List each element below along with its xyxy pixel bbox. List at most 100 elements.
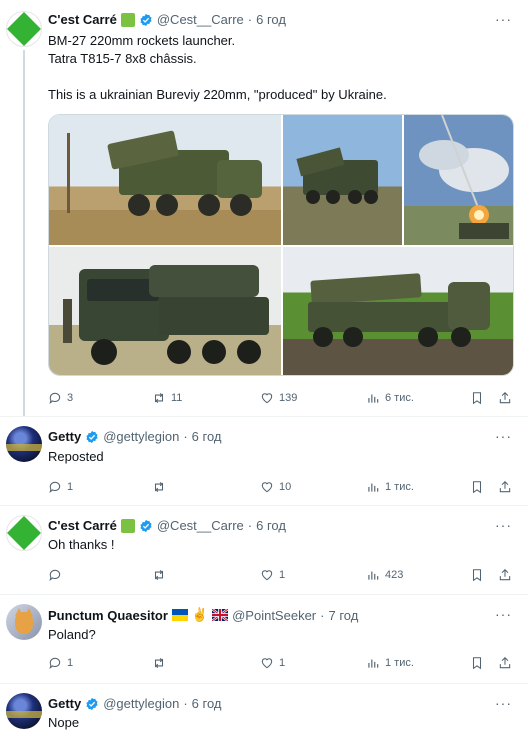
reply-icon <box>49 569 61 581</box>
heart-icon <box>261 393 273 404</box>
reply-icon <box>49 481 61 493</box>
photo-launcher-green-field[interactable] <box>283 247 513 375</box>
share-icon <box>499 569 511 581</box>
verified-badge-icon <box>140 13 152 26</box>
author-handle[interactable]: @gettylegion <box>103 696 179 711</box>
tweet-actions: 1 423 <box>48 566 516 584</box>
reply-icon <box>49 392 61 404</box>
separator-dot: · <box>320 607 325 623</box>
author-name[interactable]: Getty <box>48 429 81 444</box>
author-name[interactable]: C'est Carré <box>48 12 117 27</box>
like-count: 1 <box>279 569 286 581</box>
timestamp[interactable]: 6 год <box>256 518 286 533</box>
tweet-header: C'est Carré @Cest__Carre · 6 год <box>48 12 286 27</box>
more-options-button[interactable]: ··· <box>495 428 512 444</box>
bookmark-button[interactable] <box>470 654 484 672</box>
tweet-reply[interactable]: Punctum Quaesitor ✌ @PointSeeker · 7 год… <box>0 595 528 683</box>
tweet-actions: 3 11 139 6 тис. <box>48 389 516 407</box>
bookmark-icon <box>472 392 482 405</box>
like-button[interactable]: 1 <box>260 566 285 584</box>
avatar[interactable] <box>6 426 42 462</box>
views-count: 423 <box>385 569 404 581</box>
avatar[interactable] <box>6 604 42 640</box>
photo-rocket-launch[interactable] <box>404 115 513 245</box>
like-button[interactable]: 1 <box>260 654 285 672</box>
repost-button[interactable] <box>152 478 166 496</box>
views-button[interactable]: 6 тис. <box>366 389 414 407</box>
tweet-main[interactable]: C'est Carré @Cest__Carre · 6 год ··· BM-… <box>0 0 528 416</box>
like-button[interactable]: 139 <box>260 389 297 407</box>
tweet-text: BM-27 220mm rockets launcher. Tatra T815… <box>48 32 387 104</box>
author-handle[interactable]: @Cest__Carre <box>157 518 244 533</box>
photo-launcher-side[interactable] <box>49 115 281 245</box>
tweet-text: Oh thanks ! <box>48 537 115 552</box>
like-count: 1 <box>279 657 286 669</box>
bookmark-icon <box>472 657 482 670</box>
like-count: 10 <box>279 481 292 493</box>
timestamp[interactable]: 6 год <box>192 429 222 444</box>
share-button[interactable] <box>498 478 512 496</box>
views-chart-icon <box>368 394 379 403</box>
more-options-button[interactable]: ··· <box>495 695 512 711</box>
repost-icon <box>154 657 164 669</box>
share-icon <box>499 392 511 404</box>
tweet-text: Poland? <box>48 627 96 642</box>
share-button[interactable] <box>498 389 512 407</box>
bookmark-button[interactable] <box>470 566 484 584</box>
more-options-button[interactable]: ··· <box>495 517 512 533</box>
verified-badge-icon <box>86 430 98 443</box>
tweet-reply[interactable]: Getty @gettylegion · 6 год ··· Reposted … <box>0 417 528 505</box>
share-button[interactable] <box>498 566 512 584</box>
reply-count: 1 <box>67 657 74 669</box>
photo-launcher-front[interactable] <box>49 247 281 375</box>
text-line: This is a ukrainian Bureviy 220mm, "prod… <box>48 87 387 102</box>
repost-icon <box>154 392 164 404</box>
reply-button[interactable]: 3 <box>48 389 73 407</box>
share-icon <box>499 481 511 493</box>
avatar[interactable] <box>6 515 42 551</box>
tweet-header: Getty @gettylegion · 6 год <box>48 696 221 711</box>
separator-dot: · <box>183 696 188 711</box>
tweet-reply[interactable]: Getty @gettylegion · 6 год ··· Nope <box>0 684 528 745</box>
more-options-button[interactable]: ··· <box>495 606 512 622</box>
author-name[interactable]: Getty <box>48 696 81 711</box>
author-handle[interactable]: @gettylegion <box>103 429 179 444</box>
bookmark-button[interactable] <box>470 478 484 496</box>
more-options-button[interactable]: ··· <box>495 11 512 27</box>
repost-button[interactable] <box>152 654 166 672</box>
bookmark-button[interactable] <box>470 389 484 407</box>
views-button[interactable]: 1 тис. <box>366 654 414 672</box>
views-button[interactable]: 1 тис. <box>366 478 414 496</box>
avatar[interactable] <box>6 11 42 47</box>
author-name[interactable]: C'est Carré <box>48 518 117 533</box>
share-icon <box>499 657 511 669</box>
photo-launcher-field[interactable] <box>283 115 402 245</box>
tweet-header: Getty @gettylegion · 6 год <box>48 429 221 444</box>
views-button[interactable]: 423 <box>366 566 403 584</box>
tweet-reply[interactable]: C'est Carré @Cest__Carre · 6 год ··· Oh … <box>0 506 528 594</box>
reply-button[interactable]: 1 <box>48 654 73 672</box>
tweet-actions: 1 10 1 тис. <box>48 478 516 496</box>
timestamp[interactable]: 6 год <box>256 12 286 27</box>
tweet-header: Punctum Quaesitor ✌ @PointSeeker · 7 год <box>48 607 358 623</box>
reply-button[interactable] <box>48 566 62 584</box>
heart-icon <box>261 570 273 581</box>
tweet-text: Nope <box>48 715 80 730</box>
repost-button[interactable] <box>152 566 166 584</box>
share-button[interactable] <box>498 654 512 672</box>
timestamp[interactable]: 6 год <box>192 696 222 711</box>
author-name[interactable]: Punctum Quaesitor <box>48 608 168 623</box>
author-handle[interactable]: @Cest__Carre <box>157 12 244 27</box>
author-handle[interactable]: @PointSeeker <box>232 608 316 623</box>
like-button[interactable]: 10 <box>260 478 291 496</box>
views-chart-icon <box>368 483 379 492</box>
repost-button[interactable]: 11 <box>152 389 182 407</box>
ukraine-flag-icon <box>171 609 188 621</box>
repost-icon <box>154 481 164 493</box>
reply-button[interactable]: 1 <box>48 478 73 496</box>
avatar[interactable] <box>6 693 42 729</box>
thread-line <box>23 50 25 416</box>
heart-icon <box>261 658 273 669</box>
timestamp[interactable]: 7 год <box>328 608 358 623</box>
reply-count: 3 <box>67 392 74 404</box>
